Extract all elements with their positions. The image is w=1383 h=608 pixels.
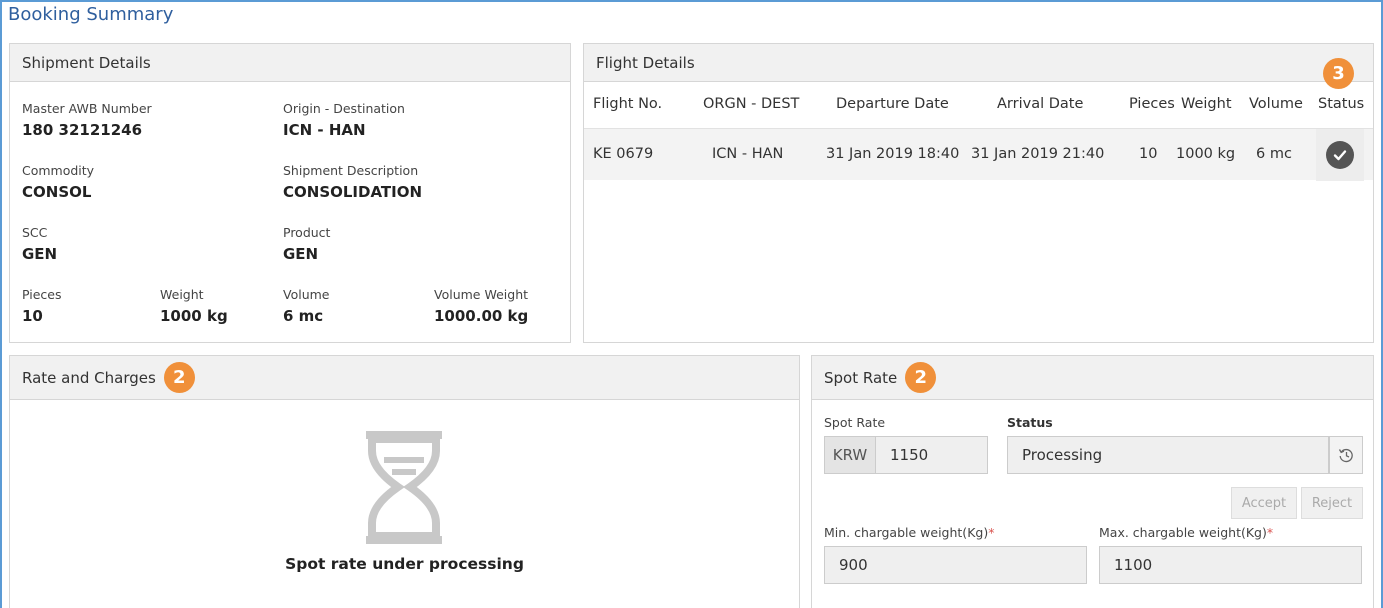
spot-rate-label: Spot Rate	[824, 415, 886, 430]
hourglass-icon	[362, 429, 446, 546]
shipment-description-field: Shipment Description CONSOLIDATION	[283, 163, 422, 201]
awb-value: 180 32121246	[22, 121, 143, 139]
min-chargeable-weight-label: Min. chargable weight(Kg)*	[824, 525, 994, 540]
table-row[interactable]: KE 0679 ICN - HAN 31 Jan 2019 18:40 31 J…	[584, 128, 1373, 181]
flight-no-cell: KE 0679	[593, 146, 654, 162]
volume-cell: 6 mc	[1256, 146, 1292, 162]
page-title: Booking Summary	[8, 4, 174, 25]
product-field: Product GEN	[283, 225, 330, 263]
scc-label: SCC	[22, 225, 48, 240]
weight-value: 1000 kg	[160, 307, 228, 325]
flight-table-header: Flight No. ORGN - DEST Departure Date Ar…	[584, 82, 1373, 127]
rates-step-badge: 2	[163, 362, 195, 393]
rate-and-charges-panel: Rate and Charges 2 Spot rate under proce…	[9, 355, 800, 608]
required-mark: *	[1266, 525, 1274, 540]
product-label: Product	[283, 225, 331, 240]
volume-field: Volume 6 mc	[283, 287, 330, 325]
commodity-label: Commodity	[22, 163, 95, 178]
origin-destination-label: Origin - Destination	[283, 101, 405, 116]
status-field: Processing	[1007, 436, 1329, 474]
reject-button[interactable]: Reject	[1301, 487, 1363, 519]
col-arrival-date: Arrival Date	[997, 96, 1084, 112]
scc-value: GEN	[22, 245, 58, 263]
weight-cell: 1000 kg	[1176, 146, 1236, 162]
origin-destination-value: ICN - HAN	[283, 121, 366, 139]
spot-rate-title: Spot Rate	[824, 368, 898, 387]
history-button[interactable]	[1329, 436, 1363, 474]
history-icon	[1338, 447, 1354, 463]
pieces-value: 10	[22, 307, 43, 325]
spot-rate-input[interactable]: 1150	[875, 436, 988, 474]
orgn-dest-cell: ICN - HAN	[712, 146, 784, 162]
required-mark: *	[988, 525, 995, 540]
awb-field: Master AWB Number 180 32121246	[22, 101, 152, 139]
max-chargeable-weight-label: Max. chargable weight(Kg)*	[1099, 525, 1273, 540]
shipment-description-label: Shipment Description	[283, 163, 419, 178]
flight-details-header: Flight Details	[584, 44, 1373, 82]
spot-rate-header: Spot Rate 2	[812, 356, 1373, 400]
check-circle-icon[interactable]	[1326, 141, 1354, 169]
pieces-field: Pieces 10	[22, 287, 62, 325]
status-label: Status	[1007, 415, 1053, 430]
flight-details-panel: Flight Details 3 Flight No. ORGN - DEST …	[583, 43, 1374, 343]
shipment-details-header: Shipment Details	[10, 44, 570, 82]
spot-rate-panel: Spot Rate 2 Spot Rate KRW 1150 Status Pr…	[811, 355, 1374, 608]
spot-rate-step-badge: 2	[905, 362, 937, 393]
commodity-value: CONSOL	[22, 183, 92, 201]
max-chargeable-weight-text: Max. chargable weight(Kg)	[1099, 525, 1267, 540]
currency-addon: KRW	[824, 436, 876, 474]
volume-weight-value: 1000.00 kg	[434, 307, 529, 325]
scc-field: SCC GEN	[22, 225, 57, 263]
max-chargeable-weight-input[interactable]: 1100	[1099, 546, 1362, 584]
volume-label: Volume	[283, 287, 330, 302]
shipment-details-panel: Shipment Details Master AWB Number 180 3…	[9, 43, 571, 343]
product-value: GEN	[283, 245, 319, 263]
col-orgn-dest: ORGN - DEST	[703, 96, 800, 112]
col-weight: Weight	[1181, 96, 1232, 112]
min-chargeable-weight-text: Min. chargable weight(Kg)	[824, 525, 989, 540]
col-status: Status	[1318, 96, 1365, 112]
accept-button[interactable]: Accept	[1231, 487, 1297, 519]
departure-cell: 31 Jan 2019 18:40	[826, 146, 960, 162]
col-flight-no: Flight No.	[593, 96, 663, 112]
awb-label: Master AWB Number	[22, 101, 152, 116]
volume-weight-label: Volume Weight	[434, 287, 529, 302]
col-pieces: Pieces	[1129, 96, 1175, 112]
volume-value: 6 mc	[283, 307, 324, 325]
arrival-cell: 31 Jan 2019 21:40	[971, 146, 1105, 162]
pieces-label: Pieces	[22, 287, 62, 302]
origin-destination-field: Origin - Destination ICN - HAN	[283, 101, 405, 139]
col-volume: Volume	[1249, 96, 1303, 112]
pieces-cell: 10	[1139, 146, 1158, 162]
status-cell	[1316, 129, 1364, 181]
rate-and-charges-title: Rate and Charges	[22, 368, 156, 387]
min-chargeable-weight-input[interactable]: 900	[824, 546, 1087, 584]
weight-field: Weight 1000 kg	[160, 287, 228, 325]
rate-and-charges-header: Rate and Charges 2	[10, 356, 799, 400]
flight-details-title: Flight Details	[596, 53, 695, 72]
shipment-description-value: CONSOLIDATION	[283, 183, 423, 201]
volume-weight-field: Volume Weight 1000.00 kg	[434, 287, 528, 325]
spot-rate-processing-message: Spot rate under processing	[285, 555, 524, 573]
commodity-field: Commodity CONSOL	[22, 163, 94, 201]
weight-label: Weight	[160, 287, 204, 302]
col-departure-date: Departure Date	[836, 96, 949, 112]
